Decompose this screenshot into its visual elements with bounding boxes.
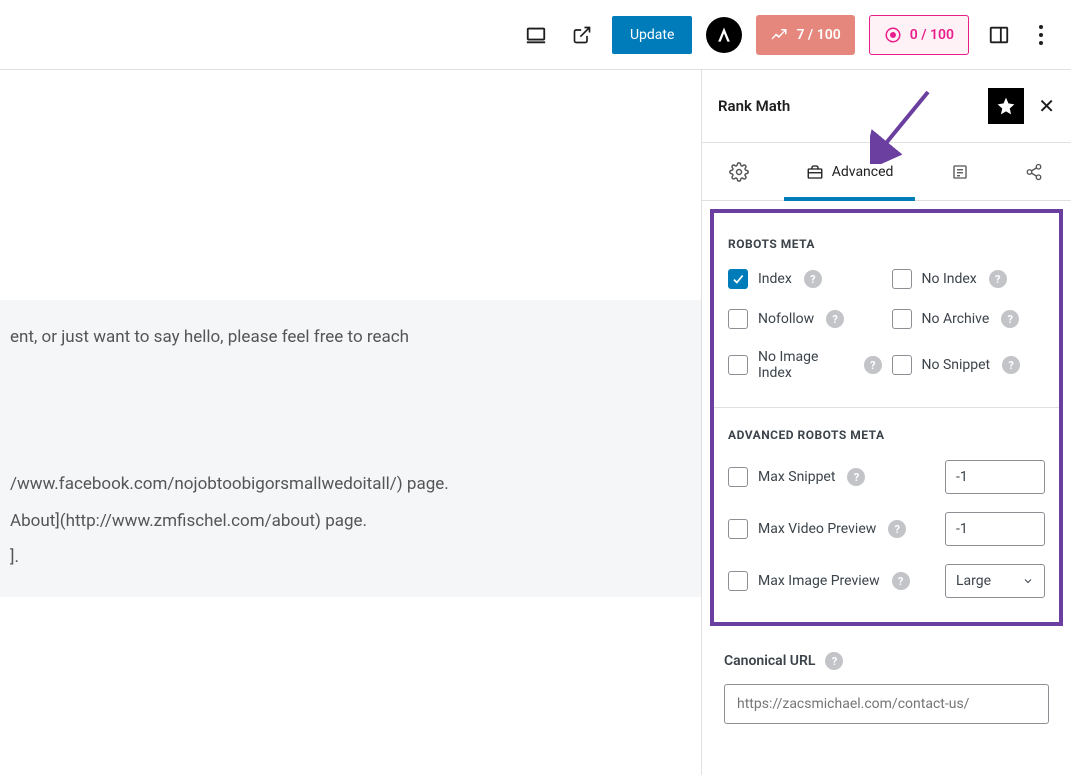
label-max-video: Max Video Preview [758,521,876,537]
tab-advanced[interactable]: Advanced [776,143,924,200]
adv-robots-heading: ADVANCED ROBOTS META [728,428,1045,442]
close-icon[interactable]: ✕ [1038,94,1055,118]
help-icon[interactable]: ? [864,356,881,374]
share-icon [1025,163,1043,181]
canonical-title: Canonical URL [724,653,815,669]
checkbox-index[interactable] [728,269,748,289]
schema-icon [951,163,969,181]
sidebar-title: Rank Math [718,97,790,115]
max-video-row: Max Video Preview ? [728,512,1045,546]
panel-body: ROBOTS META Index ? No Index ? Nofollow … [702,201,1071,775]
select-max-image-value: Large [956,573,991,589]
tab-schema[interactable] [923,143,997,200]
editor-canvas: ent, or just want to say hello, please f… [0,70,701,775]
input-max-snippet[interactable] [945,460,1045,494]
checkbox-noarchive[interactable] [892,309,912,329]
checkbox-nosnippet[interactable] [892,355,912,375]
help-icon[interactable]: ? [826,310,844,328]
help-icon[interactable]: ? [825,652,843,670]
help-icon[interactable]: ? [888,520,906,538]
tab-advanced-label: Advanced [832,164,894,180]
robots-highlight: ROBOTS META Index ? No Index ? Nofollow … [710,209,1063,626]
seo-score-badge[interactable]: 7 / 100 [756,15,854,55]
max-snippet-row: Max Snippet ? [728,460,1045,494]
content-text-block[interactable]: ent, or just want to say hello, please f… [0,300,701,597]
divider [714,407,1059,408]
help-icon[interactable]: ? [989,270,1007,288]
checkbox-max-image[interactable] [728,571,748,591]
rankmath-sidebar: Rank Math ✕ Advanced ROBOTS META [701,70,1071,775]
tab-general[interactable] [702,143,776,200]
help-icon[interactable]: ? [892,572,910,590]
label-max-image: Max Image Preview [758,573,880,589]
label-max-snippet: Max Snippet [758,469,835,485]
tab-social[interactable] [997,143,1071,200]
checkbox-noindex[interactable] [892,269,912,289]
label-index: Index [758,271,792,287]
robots-noarchive-row: No Archive ? [892,309,1046,329]
checkbox-noimageindex[interactable] [728,355,748,375]
star-icon[interactable] [988,88,1024,124]
external-link-icon[interactable] [566,19,598,51]
checkbox-nofollow[interactable] [728,309,748,329]
help-icon[interactable]: ? [1002,356,1020,374]
preview-desktop-icon[interactable] [520,19,552,51]
seo-score-value: 7 / 100 [796,27,840,43]
gear-icon [729,162,749,182]
label-noarchive: No Archive [922,311,990,327]
chevron-down-icon [1022,575,1034,587]
robots-nosnippet-row: No Snippet ? [892,349,1046,381]
robots-index-row: Index ? [728,269,882,289]
robots-meta-heading: ROBOTS META [728,237,1045,251]
ai-score-badge[interactable]: 0 / 100 [869,15,969,55]
checkbox-max-snippet[interactable] [728,467,748,487]
toolbox-icon [806,163,824,181]
robots-options: Index ? No Index ? Nofollow ? No Archive… [728,269,1045,381]
help-icon[interactable]: ? [1001,310,1019,328]
help-icon[interactable]: ? [804,270,822,288]
more-options-icon[interactable] [1029,25,1053,45]
plugin-logo-icon[interactable] [706,17,742,53]
label-nosnippet: No Snippet [922,357,991,373]
canonical-input[interactable] [724,684,1049,724]
editor-toolbar: Update 7 / 100 0 / 100 [0,0,1071,70]
help-icon[interactable]: ? [847,468,865,486]
label-noimageindex: No Image Index [758,349,852,381]
robots-noimageindex-row: No Image Index ? [728,349,882,381]
panel-toggle-icon[interactable] [983,19,1015,51]
robots-nofollow-row: Nofollow ? [728,309,882,329]
checkbox-max-video[interactable] [728,519,748,539]
update-button[interactable]: Update [612,16,692,54]
robots-noindex-row: No Index ? [892,269,1046,289]
sidebar-header: Rank Math ✕ [702,70,1071,143]
ai-score-value: 0 / 100 [910,27,954,43]
canonical-section: Canonical URL ? [702,634,1071,742]
input-max-video[interactable] [945,512,1045,546]
sidebar-tabs: Advanced [702,143,1071,201]
label-nofollow: Nofollow [758,311,814,327]
label-noindex: No Index [922,271,977,287]
select-max-image[interactable]: Large [945,564,1045,598]
max-image-row: Max Image Preview ? Large [728,564,1045,598]
